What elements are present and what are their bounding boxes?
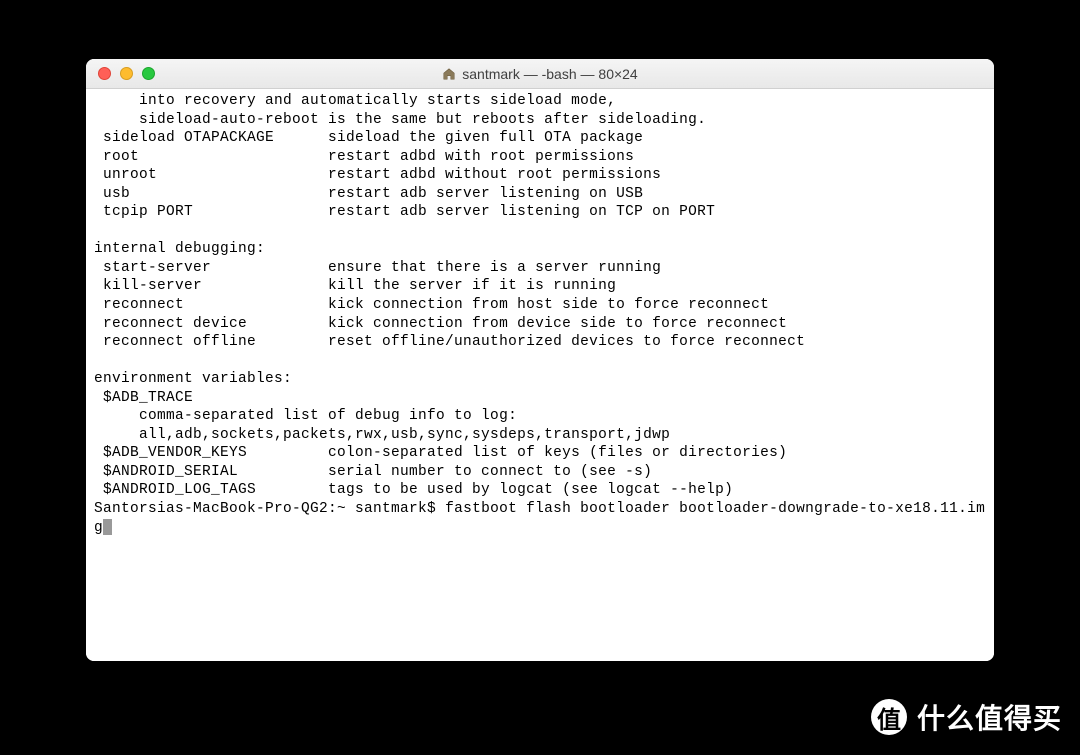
maximize-button[interactable]	[142, 67, 155, 80]
terminal-line: $ANDROID_LOG_TAGS tags to be used by log…	[94, 481, 986, 500]
terminal-line: unroot restart adbd without root permiss…	[94, 166, 986, 185]
window-title-text: santmark — -bash — 80×24	[462, 66, 637, 82]
window-title: santmark — -bash — 80×24	[442, 66, 637, 82]
cursor	[103, 519, 112, 535]
terminal-line: $ADB_VENDOR_KEYS colon-separated list of…	[94, 444, 986, 463]
terminal-window: santmark — -bash — 80×24 into recovery a…	[86, 59, 994, 661]
terminal-line	[94, 352, 986, 371]
prompt-text: Santorsias-MacBook-Pro-QG2:~ santmark$	[94, 501, 445, 517]
terminal-line: usb restart adb server listening on USB	[94, 185, 986, 204]
terminal-line: into recovery and automatically starts s…	[94, 92, 986, 111]
terminal-line: tcpip PORT restart adb server listening …	[94, 203, 986, 222]
terminal-line: $ANDROID_SERIAL serial number to connect…	[94, 463, 986, 482]
watermark-badge-icon: 值	[871, 699, 907, 735]
traffic-lights	[98, 67, 155, 80]
terminal-line: comma-separated list of debug info to lo…	[94, 407, 986, 426]
watermark: 值 什么值得买	[871, 697, 1062, 737]
terminal-line: all,adb,sockets,packets,rwx,usb,sync,sys…	[94, 426, 986, 445]
terminal-line: kill-server kill the server if it is run…	[94, 277, 986, 296]
terminal-line: environment variables:	[94, 370, 986, 389]
terminal-line: reconnect kick connection from host side…	[94, 296, 986, 315]
terminal-line: reconnect device kick connection from de…	[94, 315, 986, 334]
titlebar[interactable]: santmark — -bash — 80×24	[86, 59, 994, 89]
terminal-line: sideload OTAPACKAGE sideload the given f…	[94, 129, 986, 148]
terminal-line: internal debugging:	[94, 240, 986, 259]
watermark-text: 什么值得买	[917, 697, 1062, 737]
terminal-line: $ADB_TRACE	[94, 389, 986, 408]
terminal-line: reconnect offline reset offline/unauthor…	[94, 333, 986, 352]
terminal-line: root restart adbd with root permissions	[94, 148, 986, 167]
terminal-line	[94, 222, 986, 241]
terminal-line: start-server ensure that there is a serv…	[94, 259, 986, 278]
minimize-button[interactable]	[120, 67, 133, 80]
terminal-line: sideload-auto-reboot is the same but reb…	[94, 111, 986, 130]
home-icon	[442, 67, 456, 81]
close-button[interactable]	[98, 67, 111, 80]
terminal-body[interactable]: into recovery and automatically starts s…	[86, 89, 994, 661]
terminal-prompt-line[interactable]: Santorsias-MacBook-Pro-QG2:~ santmark$ f…	[94, 500, 986, 537]
